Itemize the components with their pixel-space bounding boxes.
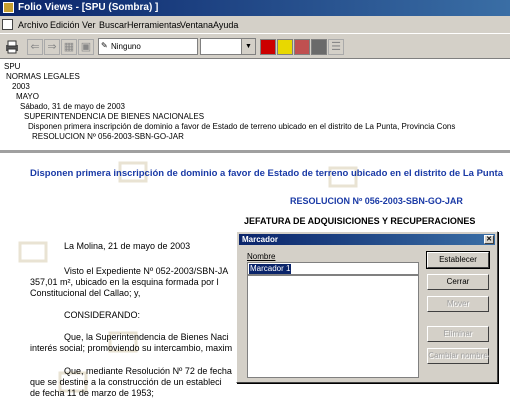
arrow-right-icon: ⇒ bbox=[47, 41, 57, 53]
second-combo[interactable]: ▼ bbox=[200, 38, 256, 55]
highlight-yellow-button[interactable] bbox=[277, 39, 293, 55]
document-icon[interactable] bbox=[2, 19, 13, 30]
printer-icon bbox=[6, 40, 18, 54]
menu-edicion[interactable]: Edición bbox=[50, 20, 80, 30]
window-icon: ▣ bbox=[80, 41, 92, 53]
arrow-left-icon: ⇐ bbox=[30, 41, 40, 53]
menu-ventana[interactable]: Ventana bbox=[180, 20, 213, 30]
paragraph-text: interés social; promoviendo su intercamb… bbox=[30, 343, 233, 353]
tree-item[interactable]: MAYO bbox=[16, 92, 39, 102]
chevron-down-icon[interactable]: ▼ bbox=[241, 39, 255, 54]
name-input[interactable]: Marcador 1 bbox=[247, 262, 419, 275]
menu-ayuda[interactable]: Ayuda bbox=[213, 20, 238, 30]
tree-item[interactable]: Sábado, 31 de mayo de 2003 bbox=[20, 102, 125, 112]
window-title: Folio Views - [SPU (Sombra) ] bbox=[18, 2, 159, 13]
bookmark-button[interactable] bbox=[294, 39, 310, 55]
paragraph-text: que se destine a la construcción de un e… bbox=[30, 377, 222, 387]
list-button[interactable]: ☰ bbox=[328, 39, 344, 55]
menu-buscar[interactable]: Buscar bbox=[99, 20, 127, 30]
name-input-value: Marcador 1 bbox=[249, 264, 292, 274]
menu-herramientas[interactable]: Herramientas bbox=[127, 20, 181, 30]
resolution-number: RESOLUCION Nº 056-2003-SBN-GO-JAR bbox=[290, 196, 463, 206]
establecer-button[interactable]: Establecer bbox=[426, 251, 490, 269]
paragraph-text: Constitucional del Callao; y, bbox=[30, 288, 141, 298]
grid-icon: ▦ bbox=[63, 41, 75, 53]
date-line: La Molina, 21 de mayo de 2003 bbox=[64, 241, 191, 251]
style-combo[interactable]: ✎ Ninguno bbox=[98, 38, 198, 55]
mover-button[interactable]: Mover bbox=[427, 296, 489, 312]
app-icon bbox=[3, 2, 14, 13]
list-icon: ☰ bbox=[331, 41, 341, 53]
menu-archivo[interactable]: Archivo bbox=[18, 20, 48, 30]
tree-item[interactable]: 2003 bbox=[12, 82, 30, 92]
paragraph-text: Visto el Expediente Nº 052-2003/SBN-JA bbox=[64, 266, 229, 276]
close-button[interactable]: ✕ bbox=[484, 235, 494, 244]
forward-button[interactable]: ⇒ bbox=[44, 39, 60, 55]
dialog-title: Marcador bbox=[242, 235, 279, 244]
dialog-title-bar[interactable]: Marcador ✕ bbox=[239, 234, 495, 245]
paragraph-text: Que, mediante Resolución Nº 72 de fecha bbox=[64, 366, 232, 376]
nav-button[interactable]: ▦ bbox=[61, 39, 77, 55]
eliminar-button[interactable]: Eliminar bbox=[427, 326, 489, 342]
style-combo-value: Ninguno bbox=[111, 42, 141, 51]
contents-button[interactable]: ▣ bbox=[78, 39, 94, 55]
tree-item[interactable]: Disponen primera inscripción de dominio … bbox=[28, 122, 455, 132]
close-icon: ✕ bbox=[486, 236, 492, 243]
tree-item[interactable]: SPU bbox=[4, 62, 20, 72]
back-button[interactable]: ⇐ bbox=[27, 39, 43, 55]
rename-button[interactable]: Cambiar nombre bbox=[427, 348, 489, 364]
popup-button[interactable] bbox=[311, 39, 327, 55]
considerando-heading: CONSIDERANDO: bbox=[64, 310, 141, 320]
document-heading: Disponen primera inscripción de dominio … bbox=[30, 168, 503, 179]
name-label: Nombre bbox=[247, 252, 276, 261]
bookmark-dialog: Marcador ✕ Nombre Marcador 1 Establecer … bbox=[236, 231, 498, 383]
contents-tree[interactable]: SPU NORMAS LEGALES 2003 MAYO Sábado, 31 … bbox=[0, 59, 510, 153]
office-heading: JEFATURA DE ADQUISICIONES Y RECUPERACION… bbox=[244, 216, 476, 226]
tree-item[interactable]: SUPERINTENDENCIA DE BIENES NACIONALES bbox=[24, 112, 204, 122]
highlight-red-button[interactable] bbox=[260, 39, 276, 55]
paragraph-text: 357,01 m², ubicado en la esquina formada… bbox=[30, 277, 219, 287]
paragraph-text: Que, la Superintendencia de Bienes Naci bbox=[64, 332, 229, 342]
menu-bar: Archivo Edición Ver Buscar Herramientas … bbox=[0, 16, 510, 33]
tree-item[interactable]: RESOLUCION Nº 056-2003-SBN-GO-JAR bbox=[32, 132, 184, 142]
bookmark-list[interactable] bbox=[247, 275, 419, 378]
title-bar: Folio Views - [SPU (Sombra) ] bbox=[0, 0, 510, 16]
menu-ver[interactable]: Ver bbox=[82, 20, 96, 30]
toolbar: ⇐ ⇒ ▦ ▣ ✎ Ninguno ▼ ☰ bbox=[0, 33, 510, 59]
paragraph-text: de fecha 11 de marzo de 1953; bbox=[30, 388, 154, 398]
pen-icon: ✎ bbox=[101, 41, 108, 50]
print-button[interactable] bbox=[4, 39, 20, 55]
tree-item[interactable]: NORMAS LEGALES bbox=[6, 72, 80, 82]
cerrar-button[interactable]: Cerrar bbox=[427, 274, 489, 290]
